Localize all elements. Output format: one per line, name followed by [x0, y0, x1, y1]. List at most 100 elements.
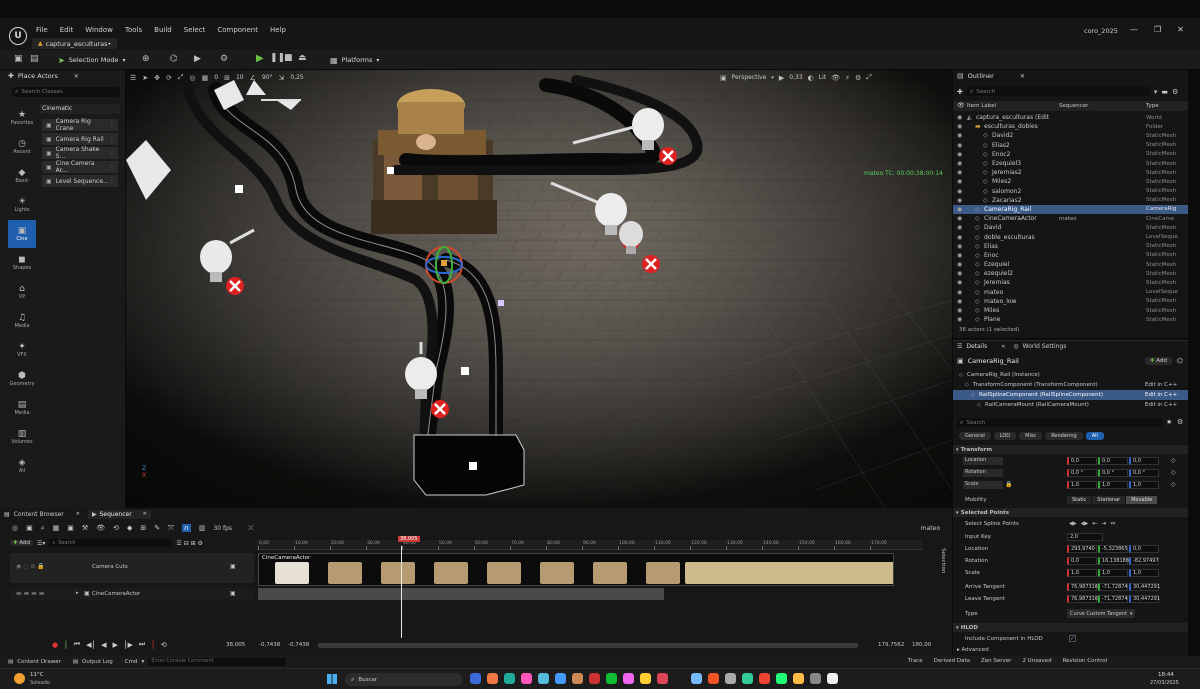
project-tab[interactable]: ▲ captura_esculturas• — [32, 38, 118, 49]
tools-icon[interactable]: ⚒ — [82, 524, 88, 532]
selection-mode-button[interactable]: ➤ Selection Mode ▾ — [58, 54, 125, 66]
taskbar-app-icon[interactable] — [827, 673, 838, 684]
visibility-icon[interactable]: ◉ — [957, 160, 962, 167]
weather-icon[interactable] — [14, 673, 25, 684]
actor-item[interactable]: ▣ Cine Camera Ac... ⋮ — [42, 160, 118, 174]
class-search-input[interactable]: ⌕ Search Classes — [12, 87, 120, 97]
type-header[interactable]: Type — [1146, 103, 1159, 109]
hlod-section-header[interactable]: ▾ HLOD — [953, 623, 1188, 632]
frames-icon[interactable]: ▥ — [199, 524, 206, 532]
outliner-row[interactable]: ◉ ◇ CineCameraActor mateo CineCame — [953, 214, 1188, 223]
visibility-icon[interactable]: ◉ — [957, 234, 962, 241]
star-icon[interactable]: ★ — [1166, 418, 1172, 426]
actor-item[interactable]: ▣ Camera Shake S... ⋮ — [42, 146, 118, 160]
visibility-icon[interactable]: ◉ — [957, 252, 962, 259]
spline-y-field[interactable]: -71,72874 — [1098, 583, 1128, 591]
play-icon[interactable]: ▶ — [113, 641, 118, 649]
world-settings-tab[interactable]: World Settings — [1023, 343, 1067, 350]
perspective-dropdown[interactable]: Perspective — [732, 74, 767, 81]
outliner-row[interactable]: ◉ ◇ salomon2 StaticMesh — [953, 187, 1188, 196]
step-back-icon[interactable]: ⏮ — [74, 640, 80, 649]
outliner-row[interactable]: ◉ ◭ captura_esculturas (Edit World — [953, 113, 1188, 122]
spline-z-field[interactable]: 0,0 — [1129, 545, 1159, 553]
drag-handle-icon[interactable]: ⋮ — [109, 150, 115, 157]
sequence-name[interactable]: mateo — [921, 525, 940, 532]
outliner-row[interactable]: ◉ ◇ mateo LevelSeque — [953, 288, 1188, 297]
vector-z-field[interactable]: 0,0 ° — [1129, 469, 1159, 477]
spline-point-handle[interactable] — [235, 185, 243, 193]
scale-snap-icon[interactable]: ⇲ — [279, 74, 285, 82]
vector-y-field[interactable]: 0,0 ° — [1098, 469, 1128, 477]
magnet-icon[interactable]: ∩ — [181, 524, 191, 532]
add-icon[interactable]: ✚ — [957, 88, 963, 96]
add-track-button[interactable]: ✚ Add — [10, 540, 34, 546]
filter-tab-lod[interactable]: LOD — [993, 432, 1017, 440]
outliner-search-input[interactable]: ⌕ Search — [966, 87, 1150, 96]
category-geometry[interactable]: ⬢ Geometry — [8, 365, 36, 393]
category-basic[interactable]: ◆ Basic — [8, 162, 36, 190]
spline-z-field[interactable]: 30,447291 — [1129, 583, 1160, 591]
details-tab[interactable]: Details — [966, 343, 987, 350]
component-row[interactable]: ◇ TransformComponent (TransformComponent)… — [953, 380, 1188, 390]
visibility-icon[interactable]: ◉ — [957, 316, 962, 323]
rotation-snap-value[interactable]: 90° — [262, 74, 273, 81]
outliner-row[interactable]: ◉ ◇ Ezequiel3 StaticMesh — [953, 159, 1188, 168]
taskbar-app-icon[interactable] — [487, 673, 498, 684]
select-first-point-icon[interactable]: ⇤ — [1092, 520, 1097, 527]
visibility-icon[interactable]: ◉ — [957, 289, 962, 296]
taskbar-app-icon[interactable] — [725, 673, 736, 684]
zen-server-button[interactable]: Zen Server — [981, 658, 1011, 664]
taskbar-app-icon[interactable] — [640, 673, 651, 684]
maximize-viewport-icon[interactable]: ⤢ — [866, 73, 872, 82]
expand-icon[interactable]: ▸ — [76, 590, 79, 596]
outliner-row[interactable]: ◉ ◇ Jeremias StaticMesh — [953, 278, 1188, 287]
track-camera-cuts[interactable]: ◉ ◌ ⊘ 🔒 Camera Cuts ▣ — [10, 553, 254, 583]
mobility-stationar[interactable]: Stationar — [1092, 496, 1126, 504]
menu-select[interactable]: Select — [184, 26, 206, 34]
show-icon[interactable]: 👁 — [831, 74, 840, 82]
range-end-a[interactable]: 179,7562 — [878, 642, 904, 648]
visibility-icon[interactable]: ◉ — [957, 151, 962, 158]
find-icon[interactable]: ⌕ — [41, 524, 45, 533]
vector-x-field[interactable]: 1,0 — [1067, 481, 1097, 489]
category-shapes[interactable]: ◼ Shapes — [8, 249, 36, 277]
visibility-icon[interactable]: ◉ — [957, 270, 962, 277]
grid-snap-icon[interactable]: ▦ — [202, 74, 209, 82]
category-media[interactable]: ▤ Media — [8, 394, 36, 422]
taskbar-app-icon[interactable] — [623, 673, 634, 684]
visibility-icon[interactable]: ◉ — [957, 114, 962, 121]
reset-icon[interactable]: ◇ — [1171, 469, 1176, 476]
realtime-icon[interactable]: ⚡ — [845, 74, 850, 82]
step-forward-icon[interactable]: ⏭ — [139, 640, 145, 649]
reset-icon[interactable]: ◇ — [1171, 481, 1176, 488]
current-time[interactable]: 38,005 — [226, 642, 245, 648]
record-icon[interactable]: ● — [52, 641, 58, 649]
unsaved-button[interactable]: 2 Unsaved — [1022, 658, 1051, 664]
derived-data-button[interactable]: Derived Data — [934, 658, 970, 664]
visibility-icon[interactable]: ◉ — [957, 307, 962, 314]
cmd-dropdown[interactable]: Cmd — [125, 659, 138, 665]
camera-icon[interactable]: ▣ — [67, 524, 74, 532]
world-icon[interactable]: ◎ — [12, 524, 18, 532]
input-key-field[interactable]: 2,0 — [1067, 533, 1103, 541]
spline-z-field[interactable]: 30,447291 — [1129, 595, 1160, 603]
visibility-icon[interactable]: ◉ — [957, 298, 962, 305]
next-frame-icon[interactable]: ⎮▶ — [124, 641, 133, 649]
grid-snap-value[interactable]: 0 — [214, 74, 218, 81]
play-reverse-icon[interactable]: ◀ — [101, 641, 106, 649]
taskbar-app-icon[interactable] — [470, 673, 481, 684]
grid-size-value[interactable]: 10 — [236, 74, 244, 81]
outliner-row[interactable]: ◉ ◇ Plane StaticMesh — [953, 315, 1188, 324]
stop-icon[interactable]: ■ — [284, 53, 293, 63]
spline-x-field[interactable]: 76,987316 — [1067, 583, 1098, 591]
gear-icon[interactable]: ⚙ — [1172, 88, 1178, 96]
sequencer-col-header[interactable]: Sequencer — [1059, 103, 1088, 109]
spline-tangent-handle[interactable] — [498, 300, 504, 306]
vector-z-field[interactable]: 0,0 — [1129, 457, 1159, 465]
key-icon[interactable]: ◆ — [127, 524, 132, 532]
add-component-button[interactable]: ✚ Add — [1144, 357, 1172, 365]
taskbar-app-icon[interactable] — [538, 673, 549, 684]
content-drawer-button[interactable]: Content Drawer — [17, 659, 61, 665]
filter-icon[interactable]: ▾ — [1154, 88, 1158, 96]
outliner-row[interactable]: ◉ ◇ Ezequiel StaticMesh — [953, 260, 1188, 269]
